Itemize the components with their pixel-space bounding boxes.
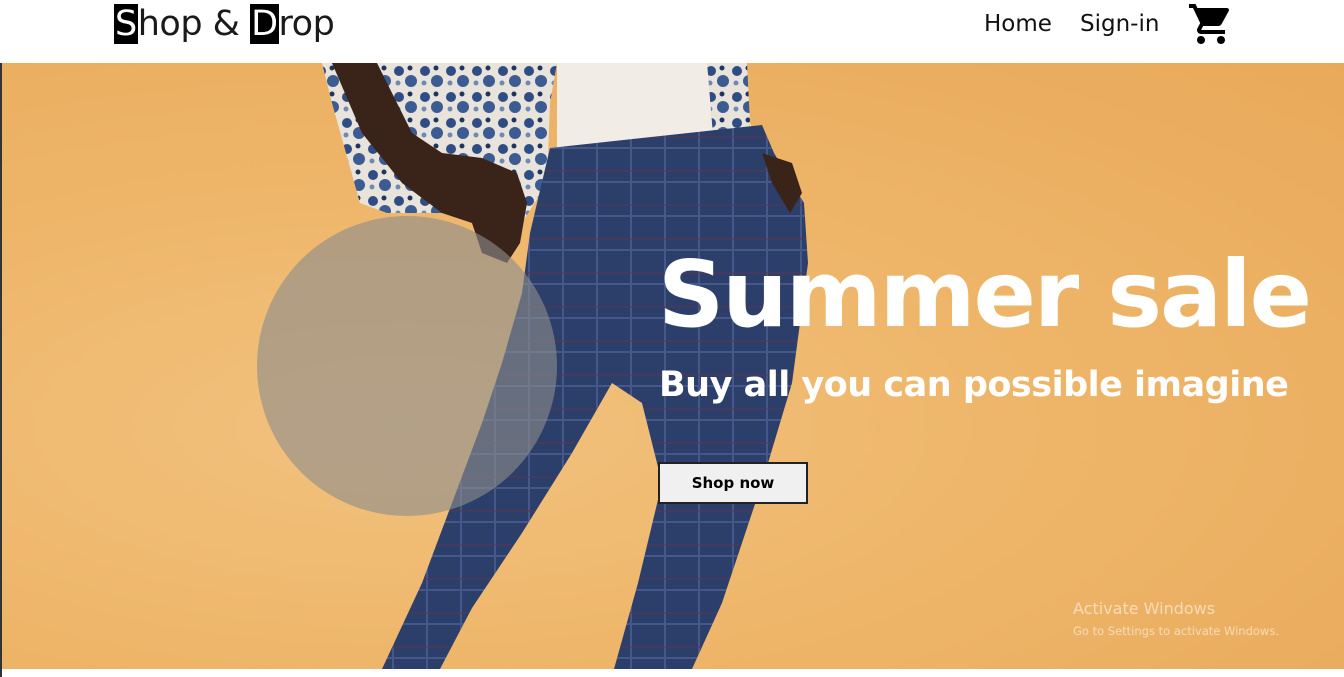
shop-now-button[interactable]: Shop now [658, 462, 808, 504]
hero-banner: Summer sale Buy all you can possible ima… [2, 63, 1344, 669]
nav-home-link[interactable]: Home [984, 0, 1052, 48]
site-header: Shop & Drop Home Sign-in [0, 0, 1344, 63]
decorative-circle [257, 216, 557, 516]
logo-initial-s: S [114, 4, 138, 44]
hero-subtitle: Buy all you can possible imagine [659, 365, 1289, 405]
watermark-subtitle: Go to Settings to activate Windows. [1073, 624, 1279, 638]
shopping-cart-icon[interactable] [1187, 0, 1235, 48]
hero-title: Summer sale [658, 241, 1312, 348]
watermark-title: Activate Windows [1073, 599, 1216, 618]
logo-text-part1: hop & [137, 4, 251, 44]
logo-initial-d: D [250, 4, 279, 44]
site-logo[interactable]: Shop & Drop [114, 0, 335, 48]
logo-text-part2: rop [278, 4, 335, 44]
activate-windows-watermark: Activate Windows Go to Settings to activ… [1073, 599, 1279, 638]
nav-signin-link[interactable]: Sign-in [1080, 0, 1159, 48]
